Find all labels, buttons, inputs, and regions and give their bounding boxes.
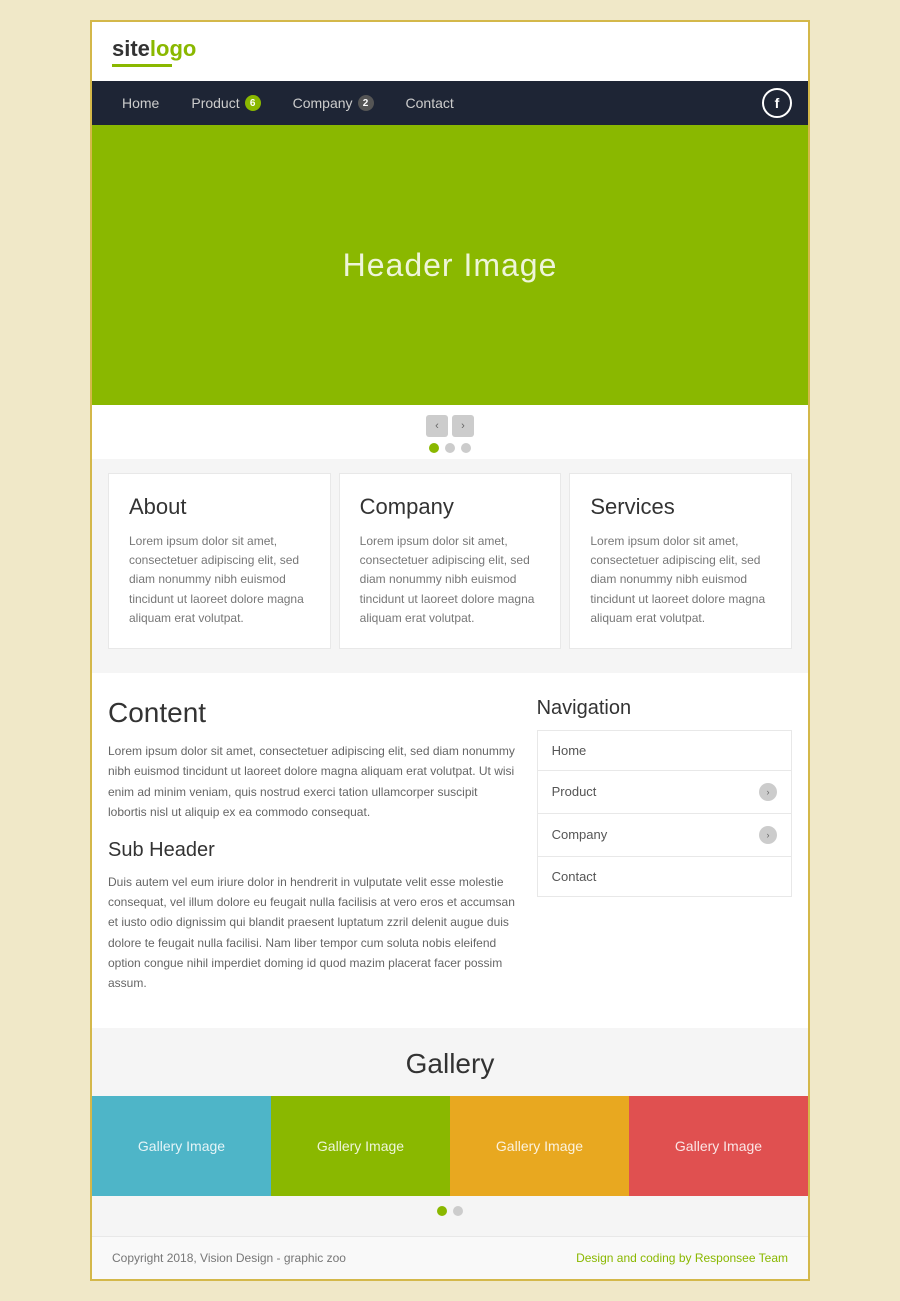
carousel-dots [429,443,471,453]
card-about: About Lorem ipsum dolor sit amet, consec… [108,473,331,649]
site-header: sitelogo [92,22,808,81]
sidebar-nav-home[interactable]: Home [538,731,791,771]
nav-item-contact[interactable]: Contact [392,85,468,121]
hero-section: Header Image [92,125,808,405]
company-arrow-icon: › [759,826,777,844]
sidebar-nav-company[interactable]: Company › [538,814,791,857]
carousel-prev[interactable]: ‹ [426,415,448,437]
nav-item-company[interactable]: Company 2 [279,85,388,121]
card-company-body: Lorem ipsum dolor sit amet, consectetuer… [360,532,541,628]
card-services: Services Lorem ipsum dolor sit amet, con… [569,473,792,649]
gallery-item-3[interactable]: Gallery Image [450,1096,629,1196]
card-about-body: Lorem ipsum dolor sit amet, consectetuer… [129,532,310,628]
sidebar-nav-contact[interactable]: Contact [538,857,791,896]
page-wrapper: sitelogo Home Product 6 Company 2 Contac… [90,20,810,1281]
sidebar-nav-product[interactable]: Product › [538,771,791,814]
carousel-controls: ‹ › [92,405,808,459]
gallery-grid: Gallery Image Gallery Image Gallery Imag… [92,1096,808,1196]
carousel-next[interactable]: › [452,415,474,437]
logo-logo: logo [150,36,196,61]
content-body: Lorem ipsum dolor sit amet, consectetuer… [108,741,517,823]
main-content: Content Lorem ipsum dolor sit amet, cons… [108,697,517,1004]
product-badge: 6 [245,95,261,111]
card-company: Company Lorem ipsum dolor sit amet, cons… [339,473,562,649]
sidebar-nav: Home Product › Company › Contact [537,730,792,897]
footer-copyright: Copyright 2018, Vision Design - graphic … [112,1251,346,1265]
gallery-item-2[interactable]: Gallery Image [271,1096,450,1196]
sidebar-title: Navigation [537,697,792,720]
company-badge: 2 [358,95,374,111]
site-footer: Copyright 2018, Vision Design - graphic … [92,1236,808,1279]
footer-credit: Design and coding by Responsee Team [576,1251,788,1265]
three-cols: About Lorem ipsum dolor sit amet, consec… [92,459,808,673]
gallery-section: Gallery Gallery Image Gallery Image Gall… [92,1028,808,1236]
content-section: Content Lorem ipsum dolor sit amet, cons… [92,673,808,1028]
gallery-item-4[interactable]: Gallery Image [629,1096,808,1196]
gallery-dot-1[interactable] [437,1206,447,1216]
gallery-dot-2[interactable] [453,1206,463,1216]
site-logo: sitelogo [112,36,196,67]
card-about-title: About [129,494,310,520]
logo-site: site [112,36,150,61]
nav-items: Home Product 6 Company 2 Contact [108,85,762,121]
nav-item-home[interactable]: Home [108,85,173,121]
hero-title: Header Image [343,247,558,284]
facebook-icon[interactable]: f [762,88,792,118]
main-nav: Home Product 6 Company 2 Contact f [92,81,808,125]
card-company-title: Company [360,494,541,520]
card-services-body: Lorem ipsum dolor sit amet, consectetuer… [590,532,771,628]
sub-body: Duis autem vel eum iriure dolor in hendr… [108,872,517,994]
gallery-dots [92,1206,808,1226]
nav-item-product[interactable]: Product 6 [177,85,274,121]
card-services-title: Services [590,494,771,520]
gallery-title: Gallery [92,1048,808,1080]
carousel-arrows: ‹ › [426,415,474,437]
gallery-item-1[interactable]: Gallery Image [92,1096,271,1196]
carousel-dot-1[interactable] [429,443,439,453]
carousel-dot-2[interactable] [445,443,455,453]
sidebar: Navigation Home Product › Company › Cont… [537,697,792,1004]
content-title: Content [108,697,517,729]
product-arrow-icon: › [759,783,777,801]
logo-underline [112,64,172,67]
carousel-dot-3[interactable] [461,443,471,453]
sub-header: Sub Header [108,839,517,862]
